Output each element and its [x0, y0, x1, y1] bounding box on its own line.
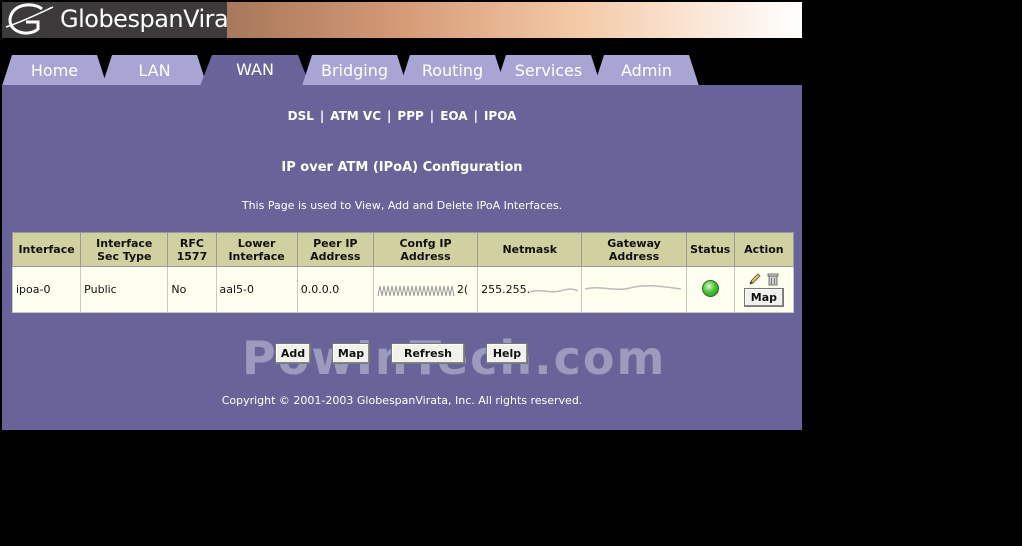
col-header-interface: Interface: [11, 232, 82, 267]
ipoa-table: Interface Interface Sec Type RFC 1577 Lowe…: [11, 232, 795, 313]
table-header-row: Interface Interface Sec Type RFC 1577 Lowe…: [11, 232, 795, 267]
main-panel: DSL | ATM VC | PPP | EOA | IPOA IP over ATM (IPo…: [2, 85, 802, 430]
refresh-button[interactable]: Refresh: [391, 343, 465, 364]
tab-label: LAN: [138, 61, 171, 80]
tab-lan[interactable]: LAN: [102, 55, 207, 86]
col-header-confg-ip: Confg IP Address: [372, 232, 479, 267]
action-buttons: Add Map Refresh Help: [2, 343, 802, 365]
banner-gradient: [227, 2, 802, 38]
tab-admin[interactable]: Admin: [594, 55, 699, 86]
cell-gateway: [581, 266, 687, 313]
cell-rfc1577: No: [167, 266, 217, 313]
tab-label: Home: [30, 61, 79, 80]
add-button[interactable]: Add: [275, 343, 311, 364]
edit-pencil-icon[interactable]: [748, 272, 762, 286]
separator: |: [429, 109, 435, 123]
cell-lower-interface: aal5-0: [215, 266, 298, 313]
map-button[interactable]: Map: [332, 343, 370, 364]
table-row: ipoa-0 Public No aal5-0 0.0.0.0 2( 255.2…: [11, 266, 795, 313]
col-header-action: Action: [733, 232, 795, 267]
separator: |: [473, 109, 478, 123]
cell-netmask-value: 255.255.: [481, 283, 531, 296]
col-header-lower-interface: Lower Interface: [215, 232, 298, 267]
globespan-logo-icon: [5, 3, 54, 35]
tab-label: Bridging: [320, 61, 389, 80]
subnav-dsl[interactable]: DSL: [288, 109, 314, 123]
cell-status: [685, 266, 735, 313]
tab-label: Services: [514, 61, 583, 80]
copyright: Copyright © 2001-2003 GlobespanVirata, I…: [221, 394, 583, 407]
cell-confg-ip-tail: 2(: [456, 283, 469, 296]
help-button[interactable]: Help: [486, 343, 528, 364]
sub-navigation: DSL | ATM VC | PPP | EOA | IPOA: [2, 109, 802, 123]
cell-action: Map: [733, 266, 795, 313]
brand-name: GlobespanVirata: [60, 5, 252, 33]
cell-netmask: 255.255.: [477, 266, 583, 313]
main-tabs: Home LAN WAN Bridging Routing Services A…: [2, 55, 802, 86]
col-header-rfc1577: RFC 1577: [167, 232, 217, 267]
row-map-button[interactable]: Map: [743, 288, 785, 307]
page-description: This Page is used to View, Add and Delet…: [241, 199, 563, 212]
tab-home[interactable]: Home: [2, 55, 107, 86]
subnav-eoa[interactable]: EOA: [440, 109, 467, 123]
page-title: IP over ATM (IPoA) Configuration: [281, 160, 523, 175]
delete-trash-icon[interactable]: [766, 272, 780, 286]
tab-bridging[interactable]: Bridging: [302, 55, 407, 86]
subnav-ppp[interactable]: PPP: [397, 109, 423, 123]
brand-logo: GlobespanVirata: [2, 2, 252, 38]
header-banner: GlobespanVirata: [2, 2, 802, 38]
status-up-icon: [701, 279, 719, 297]
cell-sec-type: Public: [80, 266, 169, 313]
separator: |: [319, 109, 325, 123]
redacted-scribble: [377, 285, 455, 296]
col-header-sec-type: Interface Sec Type: [80, 232, 169, 267]
tab-label: WAN: [236, 60, 274, 79]
cell-peer-ip: 0.0.0.0: [296, 266, 374, 313]
tab-label: Routing: [421, 61, 484, 80]
separator: |: [387, 109, 392, 123]
subnav-atm-vc[interactable]: ATM VC: [330, 109, 381, 123]
tab-routing[interactable]: Routing: [400, 55, 505, 86]
tab-label: Admin: [621, 61, 672, 80]
tab-wan[interactable]: WAN: [200, 55, 310, 86]
redacted-scribble: [585, 285, 682, 291]
subnav-ipoa[interactable]: IPOA: [484, 109, 516, 123]
col-header-status: Status: [685, 232, 735, 267]
col-header-netmask: Netmask: [477, 232, 583, 267]
cell-interface: ipoa-0: [11, 266, 82, 313]
cell-confg-ip: 2(: [372, 266, 479, 313]
tab-services[interactable]: Services: [496, 55, 601, 86]
redacted-scribble: [529, 288, 579, 293]
col-header-peer-ip: Peer IP Address: [296, 232, 374, 267]
col-header-gateway: Gateway Address: [581, 232, 687, 267]
